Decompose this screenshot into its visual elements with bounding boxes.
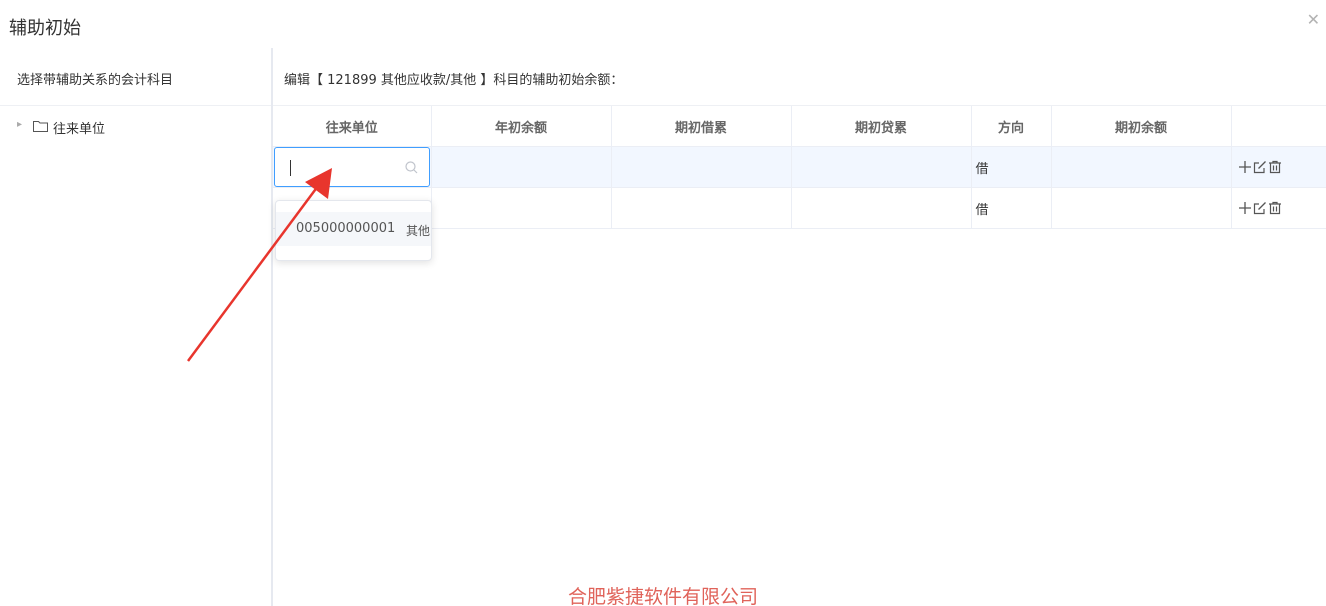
unit-dropdown-menu: 005000000001 其他 — [275, 200, 432, 261]
cell-debit[interactable] — [611, 146, 792, 188]
column-header-credit: 期初贷累 — [791, 106, 972, 147]
tree-node-label: 往来单位 — [53, 122, 106, 137]
unit-search-input[interactable] — [285, 157, 399, 179]
column-header-actions — [1231, 106, 1326, 147]
left-panel-title: 选择带辅助关系的会计科目 — [17, 73, 174, 88]
column-header-balance: 期初余额 — [1051, 106, 1232, 147]
cell-balance[interactable] — [1051, 187, 1232, 229]
tree-node-contacts[interactable]: ▸ 往来单位 — [0, 106, 271, 146]
titlebar: 辅助初始 ✕ — [0, 0, 1326, 48]
option-name: 其他 — [406, 224, 431, 238]
cell-year-balance[interactable] — [431, 187, 612, 229]
row-actions — [1231, 187, 1326, 229]
unit-search-select[interactable] — [274, 147, 430, 187]
cell-direction[interactable]: 借 — [971, 146, 1052, 188]
cell-direction[interactable]: 借 — [971, 187, 1052, 229]
balance-editor-panel: 编辑【 121899 其他应收款/其他 】科目的辅助初始余额： 往来单位 年初余… — [273, 48, 1326, 606]
search-icon[interactable] — [405, 161, 418, 174]
edit-icon[interactable] — [1253, 201, 1267, 215]
editor-title: 编辑【 121899 其他应收款/其他 】科目的辅助初始余额： — [284, 73, 624, 88]
table-row[interactable]: 借 — [273, 146, 1326, 188]
option-code: 005000000001 — [296, 221, 396, 236]
cell-balance[interactable] — [1051, 146, 1232, 188]
add-icon[interactable] — [1238, 201, 1252, 215]
dropdown-option[interactable]: 005000000001 其他 — [276, 212, 431, 246]
column-header-debit: 期初借累 — [611, 106, 792, 147]
delete-icon[interactable] — [1268, 160, 1282, 174]
watermark-text: 合肥紫捷软件有限公司 — [568, 586, 759, 606]
close-icon[interactable]: ✕ — [1307, 12, 1320, 28]
column-header-direction: 方向 — [971, 106, 1052, 147]
edit-icon[interactable] — [1253, 160, 1267, 174]
column-header-year-balance: 年初余额 — [431, 106, 612, 147]
subject-tree-panel: 选择带辅助关系的会计科目 ▸ 往来单位 — [0, 48, 273, 606]
dialog-title: 辅助初始 — [9, 18, 81, 39]
cell-credit[interactable] — [791, 146, 972, 188]
column-header-unit: 往来单位 — [273, 106, 432, 147]
text-cursor — [290, 160, 291, 176]
cell-credit[interactable] — [791, 187, 972, 229]
delete-icon[interactable] — [1268, 201, 1282, 215]
add-icon[interactable] — [1238, 160, 1252, 174]
cell-debit[interactable] — [611, 187, 792, 229]
dialog: 辅助初始 ✕ 选择带辅助关系的会计科目 ▸ 往来单位 编辑【 121899 其他… — [0, 0, 1326, 606]
expand-caret-icon[interactable]: ▸ — [17, 119, 22, 130]
table-header-row: 往来单位 年初余额 期初借累 期初贷累 方向 期初余额 — [273, 106, 1326, 147]
cell-year-balance[interactable] — [431, 146, 612, 188]
row-actions — [1231, 146, 1326, 188]
folder-icon — [33, 121, 48, 132]
